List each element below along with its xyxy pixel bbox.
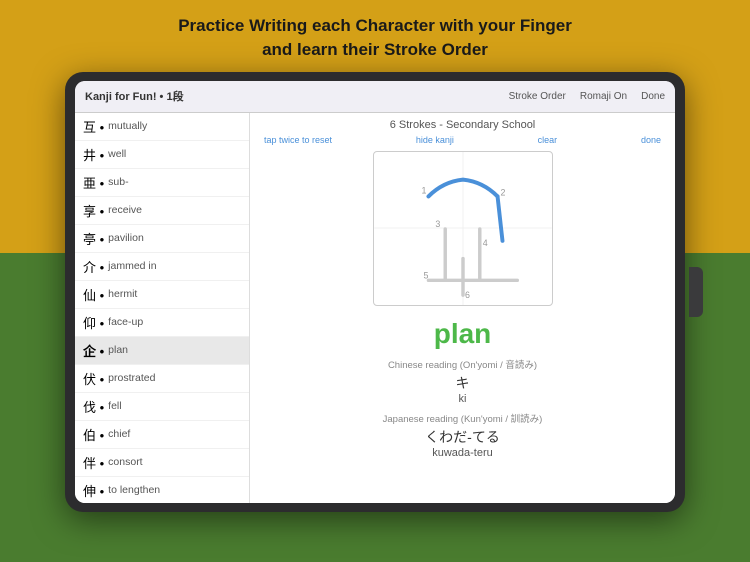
kanji-char: 亭 • bbox=[83, 229, 104, 248]
stroke-info: 6 Strokes - Secondary School bbox=[250, 113, 675, 133]
kanji-meaning: fell bbox=[108, 400, 121, 412]
nav-actions: Stroke Order Romaji On Done bbox=[509, 91, 665, 102]
sidebar-item[interactable]: 伐 • fell bbox=[75, 393, 249, 421]
chinese-kana: キ bbox=[250, 373, 675, 393]
clear-button[interactable]: clear bbox=[538, 135, 558, 145]
sidebar-item[interactable]: 介 • jammed in bbox=[75, 253, 249, 281]
kanji-char: 享 • bbox=[83, 201, 104, 220]
app-screen: Kanji for Fun! • 1段 Stroke Order Romaji … bbox=[75, 81, 675, 503]
main-content: 互 • mutually井 • well亜 • sub-享 • receive亭… bbox=[75, 113, 675, 503]
kanji-meaning: receive bbox=[108, 204, 142, 216]
kanji-char: 仰 • bbox=[83, 313, 104, 332]
nav-title: Kanji for Fun! • 1段 bbox=[85, 88, 509, 104]
kanji-char: 仙 • bbox=[83, 285, 104, 304]
kanji-meaning: sub- bbox=[108, 176, 128, 188]
kanji-char: 伴 • bbox=[83, 453, 104, 472]
app-header: Practice Writing each Character with you… bbox=[158, 0, 592, 72]
sidebar-item[interactable]: 伸 • to lengthen bbox=[75, 477, 249, 503]
kanji-char: 伏 • bbox=[83, 369, 104, 388]
sidebar-item[interactable]: 企 • plan bbox=[75, 337, 249, 365]
kanji-char: 伐 • bbox=[83, 397, 104, 416]
sidebar-item[interactable]: 亭 • pavilion bbox=[75, 225, 249, 253]
kanji-char: 伯 • bbox=[83, 425, 104, 444]
stroke-order-label: Stroke Order bbox=[509, 91, 566, 102]
romaji-toggle[interactable]: Romaji On bbox=[580, 91, 627, 102]
chinese-reading-section: Chinese reading (On'yomi / 音読み) キ ki bbox=[250, 354, 675, 408]
kanji-char: 互 • bbox=[83, 117, 104, 136]
svg-text:5: 5 bbox=[423, 270, 428, 280]
kanji-meaning: pavilion bbox=[108, 232, 144, 244]
nav-bar: Kanji for Fun! • 1段 Stroke Order Romaji … bbox=[75, 81, 675, 113]
svg-text:1: 1 bbox=[421, 185, 426, 195]
stroke-controls: tap twice to reset hide kanji clear done bbox=[250, 133, 675, 147]
japanese-kana: くわだ-てる bbox=[250, 427, 675, 447]
svg-text:6: 6 bbox=[464, 290, 469, 300]
kanji-char: 企 • bbox=[83, 341, 104, 360]
sidebar-item[interactable]: 互 • mutually bbox=[75, 113, 249, 141]
kanji-meaning: plan bbox=[108, 344, 128, 356]
kanji-meaning: hermit bbox=[108, 288, 137, 300]
kanji-meaning: well bbox=[108, 148, 126, 160]
kanji-char: 井 • bbox=[83, 145, 104, 164]
kanji-meaning: mutually bbox=[108, 120, 147, 132]
header-line2: and learn their Stroke Order bbox=[178, 38, 572, 62]
header-line1: Practice Writing each Character with you… bbox=[178, 14, 572, 38]
stroke-canvas[interactable]: 1 2 3 4 5 6 bbox=[373, 151, 553, 306]
sidebar-item[interactable]: 伯 • chief bbox=[75, 421, 249, 449]
kanji-meaning: face-up bbox=[108, 316, 143, 328]
kanji-meaning: jammed in bbox=[108, 260, 156, 272]
done-stroke-button[interactable]: done bbox=[641, 135, 661, 145]
sidebar-item[interactable]: 享 • receive bbox=[75, 197, 249, 225]
svg-text:4: 4 bbox=[482, 237, 487, 247]
japanese-reading-section: Japanese reading (Kun'yomi / 訓読み) くわだ-てる… bbox=[250, 408, 675, 462]
device-frame: Kanji for Fun! • 1段 Stroke Order Romaji … bbox=[65, 72, 685, 512]
sidebar-item[interactable]: 伴 • consort bbox=[75, 449, 249, 477]
sidebar-item[interactable]: 井 • well bbox=[75, 141, 249, 169]
kanji-list: 互 • mutually井 • well亜 • sub-享 • receive亭… bbox=[75, 113, 250, 503]
sidebar-item[interactable]: 仰 • face-up bbox=[75, 309, 249, 337]
sidebar-item[interactable]: 仙 • hermit bbox=[75, 281, 249, 309]
hide-kanji-button[interactable]: hide kanji bbox=[416, 135, 454, 145]
japanese-romaji: kuwada-teru bbox=[250, 447, 675, 459]
chinese-reading-label: Chinese reading (On'yomi / 音読み) bbox=[250, 357, 675, 371]
detail-panel: 6 Strokes - Secondary School tap twice t… bbox=[250, 113, 675, 503]
kanji-meaning: prostrated bbox=[108, 372, 155, 384]
kanji-meaning: chief bbox=[108, 428, 130, 440]
sidebar-item[interactable]: 亜 • sub- bbox=[75, 169, 249, 197]
chinese-romaji: ki bbox=[250, 393, 675, 405]
tap-hint: tap twice to reset bbox=[264, 135, 332, 145]
sidebar-item[interactable]: 伏 • prostrated bbox=[75, 365, 249, 393]
kanji-char: 介 • bbox=[83, 257, 104, 276]
kanji-meaning: to lengthen bbox=[108, 484, 160, 496]
kanji-char: 伸 • bbox=[83, 481, 104, 500]
kanji-char: 亜 • bbox=[83, 173, 104, 192]
word-display: plan bbox=[250, 310, 675, 354]
japanese-reading-label: Japanese reading (Kun'yomi / 訓読み) bbox=[250, 411, 675, 425]
kanji-meaning: consort bbox=[108, 456, 142, 468]
done-button[interactable]: Done bbox=[641, 91, 665, 102]
svg-text:3: 3 bbox=[435, 219, 440, 229]
svg-text:2: 2 bbox=[500, 187, 505, 197]
